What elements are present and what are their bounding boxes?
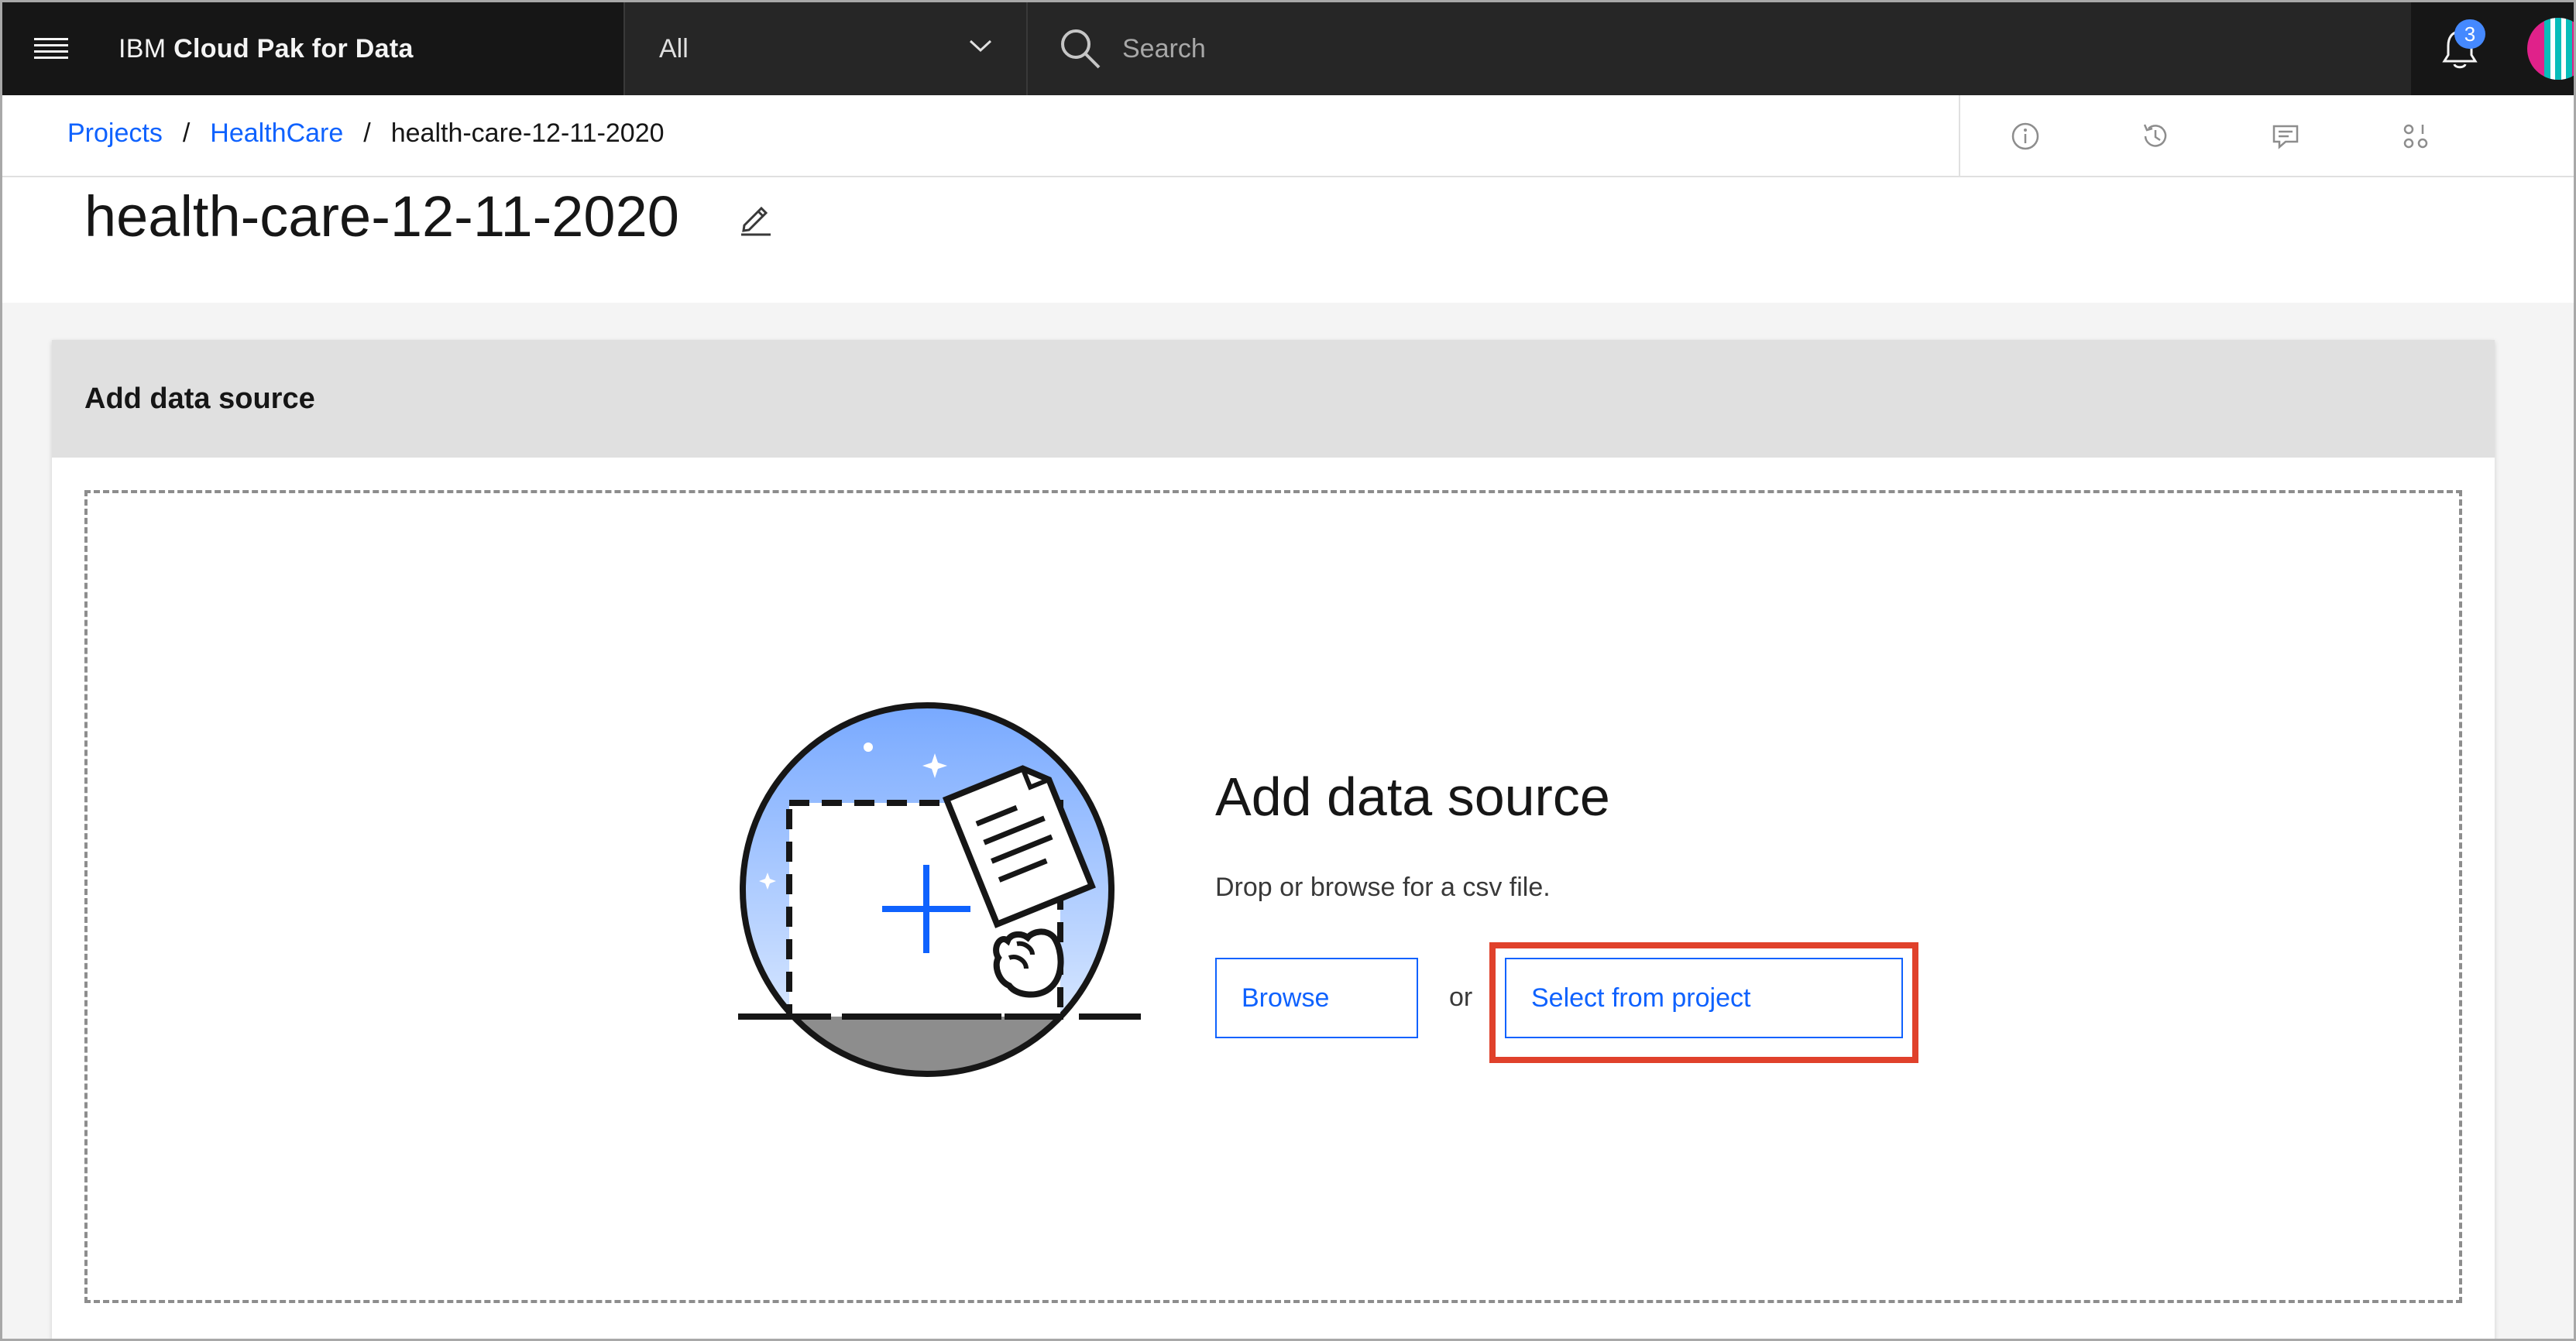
manage-icon (2403, 124, 2428, 149)
history-icon (2143, 124, 2167, 147)
menu-button[interactable] (2, 2, 100, 95)
info-button[interactable] (1960, 95, 2090, 177)
brand-name: IBM Cloud Pak for Data (118, 33, 414, 63)
search-bar (1029, 2, 2411, 95)
edit-pencil-icon (741, 206, 771, 236)
select-from-project-button[interactable]: Select from project (1505, 958, 1903, 1038)
card-title: Add data source (84, 382, 315, 415)
browse-button[interactable]: Browse (1215, 958, 1418, 1038)
breadcrumb-current: health-care-12-11-2020 (390, 118, 665, 148)
upload-folder-illustration (738, 702, 1141, 1077)
notifications-button[interactable]: 3 (2411, 2, 2509, 95)
dropzone-title: Add data source (1215, 767, 1610, 827)
comments-button[interactable] (2221, 95, 2351, 177)
file-dropzone[interactable]: Add data source Drop or browse for a csv… (84, 490, 2462, 1303)
dropzone-description: Drop or browse for a csv file. (1215, 873, 1551, 902)
page-title: health-care-12-11-2020 (84, 184, 679, 249)
hamburger-menu-icon (34, 38, 68, 59)
breadcrumb-healthcare-link[interactable]: HealthCare (210, 118, 343, 149)
breadcrumb-bar: Projects / HealthCare / health-care-12-1… (2, 95, 2574, 177)
scope-selected-value: All (659, 33, 689, 63)
page-toolbar (1959, 95, 2574, 177)
page-title-row: health-care-12-11-2020 (2, 177, 2574, 303)
manage-button[interactable] (2351, 95, 2481, 177)
card-header: Add data source (52, 340, 2495, 458)
user-avatar-button[interactable] (2509, 2, 2574, 95)
comments-icon (2272, 125, 2299, 149)
search-input[interactable] (1122, 33, 2284, 64)
top-header: IBM Cloud Pak for Data All 3 (2, 2, 2574, 95)
brand-link[interactable]: IBM Cloud Pak for Data (100, 2, 623, 95)
chevron-down-icon (969, 39, 992, 53)
search-icon (1061, 29, 1101, 69)
scope-dropdown[interactable]: All (623, 2, 1028, 95)
info-icon (2011, 122, 2039, 150)
add-data-source-card: Add data source Add data source Drop or … (52, 340, 2495, 1339)
breadcrumb-projects-link[interactable]: Projects (67, 118, 163, 149)
notification-count-badge: 3 (2454, 19, 2485, 49)
edit-title-button[interactable] (738, 201, 774, 240)
main-content: Add data source Add data source Drop or … (2, 303, 2574, 1339)
breadcrumb-separator: / (182, 118, 191, 148)
app-window: IBM Cloud Pak for Data All 3 (0, 0, 2576, 1341)
history-button[interactable] (2090, 95, 2221, 177)
or-separator: or (1449, 983, 1473, 1012)
avatar (2527, 18, 2574, 80)
breadcrumb: Projects / HealthCare / health-care-12-1… (67, 118, 665, 149)
breadcrumb-separator: / (363, 118, 371, 148)
